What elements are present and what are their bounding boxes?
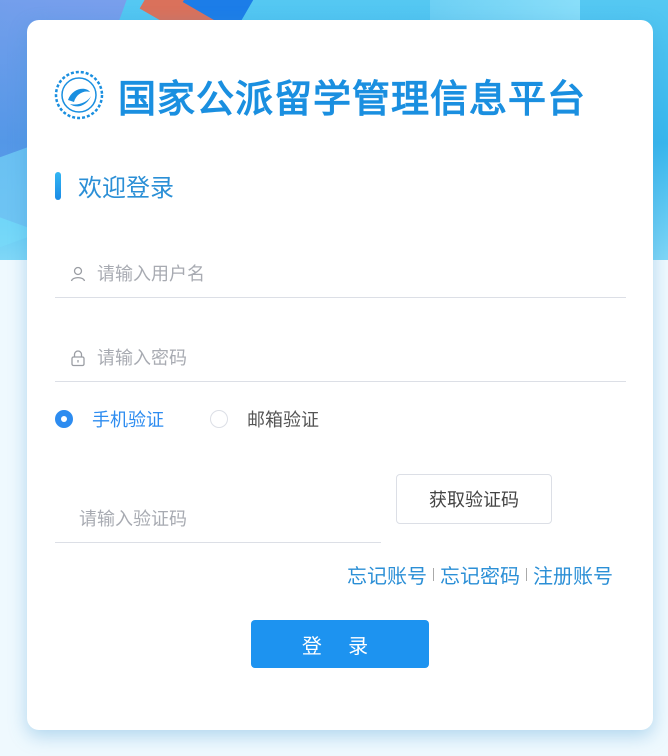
forgot-account-link[interactable]: 忘记账号: [347, 560, 427, 589]
welcome-heading: 欢迎登录: [55, 168, 174, 203]
forgot-password-link[interactable]: 忘记密码: [440, 560, 520, 589]
csc-logo-icon: [54, 70, 104, 120]
radio-label: 邮箱验证: [247, 410, 319, 431]
verify-method-group: 手机验证 邮箱验证: [55, 406, 365, 432]
username-field[interactable]: [55, 251, 626, 298]
password-field[interactable]: [55, 335, 626, 382]
page-title: 国家公派留学管理信息平台: [118, 76, 587, 121]
radio-phone-verify[interactable]: 手机验证: [55, 406, 164, 432]
radio-email-verify[interactable]: 邮箱验证: [210, 406, 319, 432]
accent-bar: [55, 171, 61, 200]
lock-icon: [71, 350, 85, 367]
page-header: 国家公派留学管理信息平台: [54, 65, 586, 125]
radio-selected-icon: [55, 410, 73, 428]
password-input[interactable]: [95, 346, 626, 370]
code-field[interactable]: [55, 496, 381, 543]
code-input[interactable]: [77, 507, 381, 531]
username-input[interactable]: [95, 262, 626, 286]
get-code-button[interactable]: 获取验证码: [396, 474, 552, 524]
login-button[interactable]: 登 录: [251, 620, 429, 668]
radio-label: 手机验证: [92, 410, 164, 431]
register-link[interactable]: 注册账号: [533, 560, 613, 589]
radio-unselected-icon: [210, 410, 228, 428]
divider: [526, 568, 527, 581]
welcome-text: 欢迎登录: [78, 174, 174, 202]
login-card: 国家公派留学管理信息平台 欢迎登录 手机验证 邮箱验证 获取验证码: [27, 20, 653, 730]
account-links: 忘记账号 忘记密码 注册账号: [347, 560, 613, 589]
divider: [433, 568, 434, 581]
user-icon: [70, 266, 86, 282]
